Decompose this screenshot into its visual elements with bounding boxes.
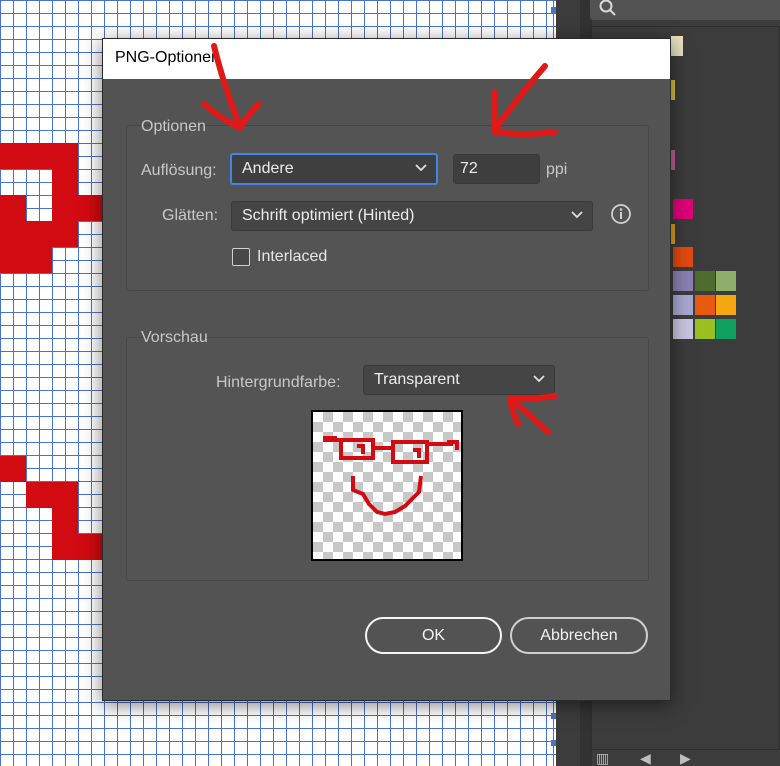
ppi-unit-label: ppi (546, 161, 568, 178)
artwork-pixel (78, 534, 104, 560)
artwork-pixel (52, 508, 78, 534)
chevron-down-icon (571, 211, 583, 219)
color-swatch[interactable] (695, 295, 715, 315)
artwork-pixel (26, 482, 52, 508)
interlaced-checkbox[interactable] (232, 248, 250, 266)
ok-button[interactable]: OK (365, 617, 502, 654)
preview-thumbnail (311, 410, 463, 561)
preview-artwork (323, 436, 459, 517)
artwork-pixel (52, 169, 78, 195)
resolution-dropdown[interactable]: Andere (230, 153, 438, 185)
library-icon[interactable]: ▥ (596, 750, 609, 766)
artwork-pixel (26, 247, 52, 273)
color-swatch[interactable] (716, 295, 736, 315)
artwork-pixel (52, 195, 78, 221)
artwork-pixel (52, 143, 78, 169)
artwork-pixel (26, 143, 52, 169)
artwork-pixel (0, 143, 26, 169)
png-options-dialog: PNG-Optionen Optionen Auflösung: Andere … (102, 38, 671, 701)
resolution-value: Andere (242, 160, 294, 177)
color-swatch[interactable] (671, 80, 675, 100)
color-swatch[interactable] (716, 271, 736, 291)
smoothing-value: Schrift optimiert (Hinted) (242, 207, 415, 224)
color-swatch[interactable] (673, 319, 693, 339)
color-swatch[interactable] (671, 224, 675, 244)
color-swatch[interactable] (695, 319, 715, 339)
artwork-pixel (26, 221, 52, 247)
smoothing-dropdown[interactable]: Schrift optimiert (Hinted) (231, 201, 593, 231)
dialog-titlebar[interactable]: PNG-Optionen (103, 39, 670, 79)
interlaced-label[interactable]: Interlaced (257, 248, 327, 266)
artwork-pixel (0, 247, 26, 273)
color-swatch[interactable] (673, 295, 693, 315)
color-swatch[interactable] (695, 271, 715, 291)
color-swatch[interactable] (673, 199, 693, 219)
artwork-pixel (52, 534, 78, 560)
color-swatch[interactable] (673, 247, 693, 267)
background-color-label: Hintergrundfarbe: (216, 374, 341, 391)
background-color-dropdown[interactable]: Transparent (363, 365, 555, 395)
chevron-left-icon[interactable]: ◀ (640, 750, 651, 766)
chevron-down-icon (533, 375, 545, 383)
resolution-label: Auflösung: (141, 162, 217, 179)
ppi-value: 72 (460, 160, 478, 177)
smoothing-label: Glätten: (162, 207, 219, 224)
artwork-pixel (52, 482, 78, 508)
ppi-input[interactable]: 72 (453, 154, 540, 184)
background-color-value: Transparent (374, 371, 460, 388)
color-swatch[interactable] (671, 150, 675, 170)
artwork-pixel (0, 221, 26, 247)
dialog-title: PNG-Optionen (115, 49, 220, 66)
artwork-pixel (52, 221, 78, 247)
artwork-pixel (78, 195, 104, 221)
search-input[interactable] (590, 0, 780, 20)
cancel-button[interactable]: Abbrechen (510, 617, 648, 654)
chevron-down-icon (415, 164, 427, 172)
color-swatch[interactable] (716, 319, 736, 339)
artwork-pixel (0, 456, 26, 482)
artwork-pixel (0, 195, 26, 221)
color-swatch[interactable] (673, 271, 693, 291)
preview-group-title: Vorschau (141, 329, 208, 346)
info-icon[interactable] (610, 203, 632, 225)
options-group-title: Optionen (141, 118, 206, 135)
chevron-right-icon[interactable]: ▶ (680, 750, 691, 766)
color-swatch[interactable] (671, 36, 683, 56)
search-icon[interactable] (598, 0, 618, 18)
